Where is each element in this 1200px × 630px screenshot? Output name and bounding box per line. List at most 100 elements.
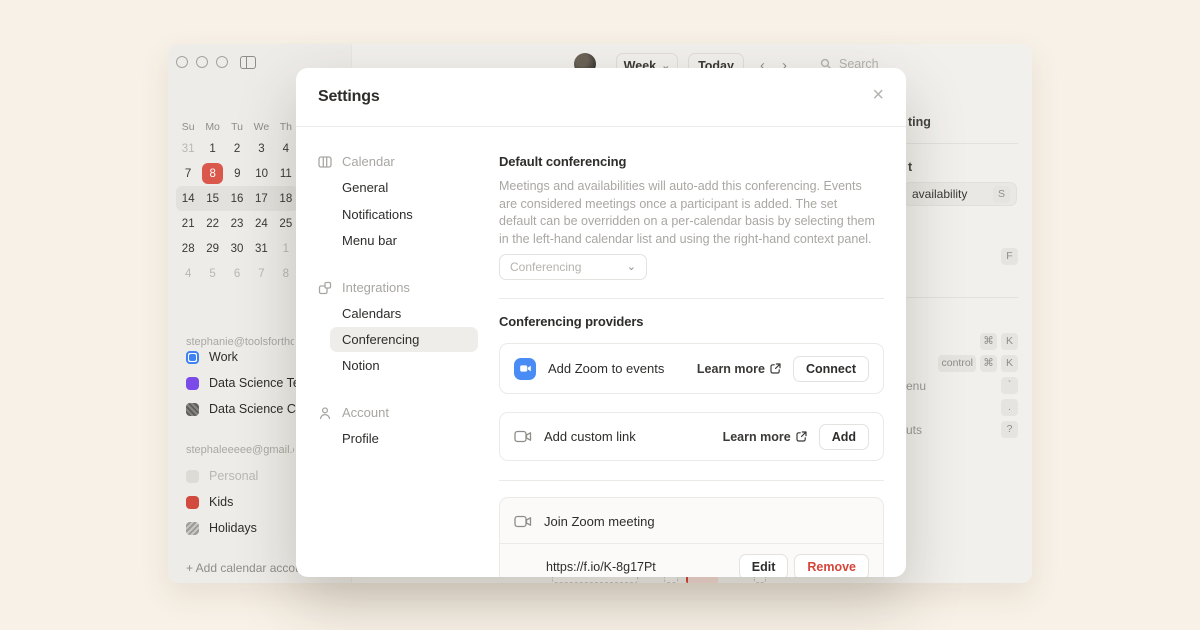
- calendar-list-item[interactable]: Holidays: [186, 521, 257, 535]
- shortcut-label-fragment: uts: [906, 423, 922, 437]
- key-badge: ⌘: [980, 333, 997, 350]
- link-url: https://f.io/K-8g17Pt: [546, 560, 656, 574]
- calendar-list-item[interactable]: Personal: [186, 469, 258, 483]
- external-link-icon: [770, 363, 781, 374]
- remove-button[interactable]: Remove: [794, 554, 869, 577]
- divider: [906, 143, 1018, 144]
- background-event-fragment: [664, 577, 678, 583]
- calendar-day[interactable]: 30: [225, 236, 249, 261]
- calendar-day[interactable]: 17: [249, 186, 273, 211]
- section-heading: Default conferencing: [499, 154, 884, 169]
- add-button[interactable]: Add: [819, 424, 869, 450]
- window-zoom-button[interactable]: [216, 56, 228, 68]
- nav-item-notifications[interactable]: Notifications: [342, 207, 413, 222]
- conferencing-select[interactable]: Conferencing ⌄: [499, 254, 647, 280]
- calendar-day[interactable]: 5: [200, 261, 224, 286]
- key-badge: control: [938, 355, 976, 372]
- learn-more-link[interactable]: Learn more: [723, 430, 807, 444]
- nav-section-account: Account: [318, 405, 389, 420]
- page: Week ⌄ Today ‹ › Search Su Mo Tu We Th 3…: [0, 0, 1200, 630]
- section-description: Meetings and availabilities will auto-ad…: [499, 178, 876, 248]
- link-card-title: Join Zoom meeting: [544, 514, 655, 529]
- nav-item-menu-bar[interactable]: Menu bar: [342, 233, 397, 248]
- divider: [499, 298, 884, 299]
- calendar-day[interactable]: 15: [200, 186, 224, 211]
- window-minimize-button[interactable]: [196, 56, 208, 68]
- calendar-color-icon: [186, 522, 199, 535]
- key-badge: `: [1001, 377, 1018, 394]
- calendar-day[interactable]: 6: [225, 261, 249, 286]
- day-header: Th: [274, 118, 298, 136]
- calendar-day[interactable]: 7: [249, 261, 273, 286]
- day-header: We: [249, 118, 273, 136]
- window-close-button[interactable]: [176, 56, 188, 68]
- calendar-color-work-icon: [186, 351, 199, 364]
- nav-section-label: Integrations: [342, 280, 410, 295]
- calendar-day[interactable]: 21: [176, 211, 200, 236]
- calendar-day[interactable]: 10: [250, 161, 274, 186]
- share-availability-button[interactable]: availability S: [903, 182, 1017, 206]
- calendar-week-row: 7 8 9 10 11: [176, 161, 298, 186]
- camera-icon: [514, 430, 532, 443]
- calendar-day[interactable]: 31: [249, 236, 273, 261]
- shortcut-row: .: [906, 399, 1018, 416]
- calendar-day[interactable]: 28: [176, 236, 200, 261]
- calendar-day[interactable]: 31: [176, 136, 200, 161]
- shortcut-row: ⌘ K: [906, 333, 1018, 350]
- calendar-day[interactable]: 7: [176, 161, 200, 186]
- calendar-day[interactable]: 8: [274, 261, 298, 286]
- key-badge: ?: [1001, 421, 1018, 438]
- zoom-icon: [514, 358, 536, 380]
- key-badge: K: [1001, 355, 1018, 372]
- calendar-list-item[interactable]: Work: [186, 350, 238, 364]
- calendar-list-item[interactable]: Data Science Core: [186, 402, 314, 416]
- calendar-label: Holidays: [209, 521, 257, 535]
- nav-section-integrations: Integrations: [318, 280, 410, 295]
- calendar-color-icon: [186, 470, 199, 483]
- calendar-day[interactable]: 9: [225, 161, 249, 186]
- close-icon[interactable]: ×: [868, 80, 888, 111]
- shortcut-row: F: [906, 248, 1018, 265]
- nav-section-label: Account: [342, 405, 389, 420]
- calendar-day[interactable]: 25: [274, 211, 298, 236]
- calendar-week-row: 31 1 2 3 4: [176, 136, 298, 161]
- provider-label: Add custom link: [544, 429, 636, 444]
- calendar-day[interactable]: 16: [225, 186, 249, 211]
- calendar-day[interactable]: 4: [176, 261, 200, 286]
- learn-more-link[interactable]: Learn more: [697, 362, 781, 376]
- nav-item-profile[interactable]: Profile: [342, 431, 379, 446]
- calendar-color-icon: [186, 377, 199, 390]
- calendar-day[interactable]: 23: [225, 211, 249, 236]
- shortcut-label-fragment: enu: [906, 379, 926, 393]
- calendar-day[interactable]: 3: [249, 136, 273, 161]
- calendar-list-item[interactable]: Kids: [186, 495, 233, 509]
- calendar-day[interactable]: 11: [274, 161, 298, 186]
- integrations-icon: [318, 281, 332, 295]
- calendar-day[interactable]: 24: [249, 211, 273, 236]
- calendar-color-icon: [186, 403, 199, 416]
- calendar-day[interactable]: 1: [200, 136, 224, 161]
- nav-item-conferencing[interactable]: Conferencing: [342, 332, 419, 347]
- calendar-day[interactable]: 22: [200, 211, 224, 236]
- availability-label: availability: [912, 187, 967, 201]
- calendar-day[interactable]: 18: [274, 186, 298, 211]
- calendar-label: Personal: [209, 469, 258, 483]
- connect-button[interactable]: Connect: [793, 356, 869, 382]
- calendar-day[interactable]: 29: [200, 236, 224, 261]
- calendar-day-today[interactable]: 8: [200, 161, 225, 186]
- edit-button[interactable]: Edit: [739, 554, 789, 577]
- nav-item-general[interactable]: General: [342, 180, 388, 195]
- add-calendar-account-button[interactable]: + Add calendar account: [186, 561, 312, 575]
- settings-modal: Settings × Calendar General Notification…: [296, 68, 906, 577]
- sidebar-toggle-icon[interactable]: [240, 56, 256, 69]
- calendar-day[interactable]: 2: [225, 136, 249, 161]
- calendar-day[interactable]: 14: [176, 186, 200, 211]
- nav-item-notion[interactable]: Notion: [342, 358, 380, 373]
- nav-item-calendars[interactable]: Calendars: [342, 306, 401, 321]
- mini-calendar: Su Mo Tu We Th 31 1 2 3 4 7 8 9 10 11: [176, 118, 298, 286]
- calendar-day[interactable]: 4: [274, 136, 298, 161]
- calendar-day[interactable]: 1: [274, 236, 298, 261]
- background-event-fragment: [552, 577, 638, 583]
- day-header: Tu: [225, 118, 249, 136]
- provider-card-custom-link: Add custom link Learn more Add: [499, 412, 884, 461]
